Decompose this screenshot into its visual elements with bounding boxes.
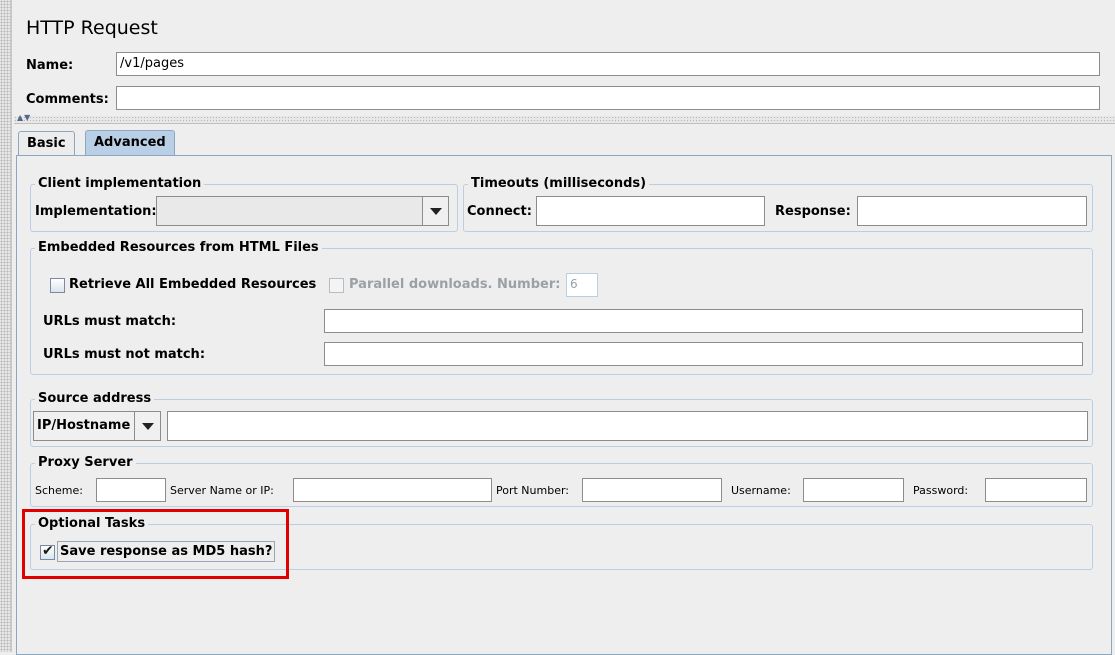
parallel-downloads-checkbox[interactable] [329,278,344,293]
port-number-input[interactable] [582,478,722,502]
chevron-down-icon[interactable] [134,412,160,440]
source-address-type-dropdown[interactable]: IP/Hostname [33,411,161,441]
password-input[interactable] [985,478,1087,502]
connect-input[interactable] [536,196,765,226]
port-number-label: Port Number: [496,484,570,497]
server-name-label: Server Name or IP: [170,484,274,497]
urls-match-input[interactable] [324,309,1083,333]
comments-label: Comments: [26,92,109,107]
parallel-downloads-label: Parallel downloads. Number: [349,277,561,292]
urls-not-match-input[interactable] [324,342,1083,366]
tab-advanced[interactable]: Advanced [85,130,175,157]
response-input[interactable] [857,196,1087,226]
splitter-bar[interactable] [14,116,1115,124]
connect-label: Connect: [467,204,532,219]
retrieve-all-checkbox[interactable] [50,278,65,293]
password-label: Password: [913,484,969,497]
retrieve-all-label[interactable]: Retrieve All Embedded Resources [69,277,316,292]
comments-input[interactable] [116,86,1100,110]
highlight-box [22,509,289,579]
source-address-title: Source address [35,391,155,406]
proxy-server-title: Proxy Server [35,455,136,470]
response-label: Response: [775,204,851,219]
timeouts-title: Timeouts (milliseconds) [468,176,650,191]
source-address-type-value: IP/Hostname [37,418,131,433]
server-name-input[interactable] [293,478,492,502]
implementation-dropdown[interactable] [156,196,449,226]
urls-not-match-label: URLs must not match: [43,347,206,362]
chevron-down-icon[interactable] [422,197,448,225]
source-address-input[interactable] [167,411,1088,441]
name-label: Name: [26,58,74,73]
implementation-label: Implementation: [35,204,157,219]
name-input[interactable]: /v1/pages [116,52,1100,76]
parallel-number-input[interactable]: 6 [566,273,598,297]
tab-basic[interactable]: Basic [18,131,75,156]
left-resize-strip[interactable] [0,0,12,652]
username-input[interactable] [803,478,904,502]
client-implementation-title: Client implementation [35,176,205,191]
splitter-arrows-icon[interactable]: ▲▼ [17,113,31,122]
scheme-label: Scheme: [35,484,83,497]
page-title: HTTP Request [26,17,158,39]
scheme-input[interactable] [96,478,166,502]
username-label: Username: [731,484,791,497]
urls-match-label: URLs must match: [43,314,177,329]
embedded-resources-title: Embedded Resources from HTML Files [35,240,322,255]
